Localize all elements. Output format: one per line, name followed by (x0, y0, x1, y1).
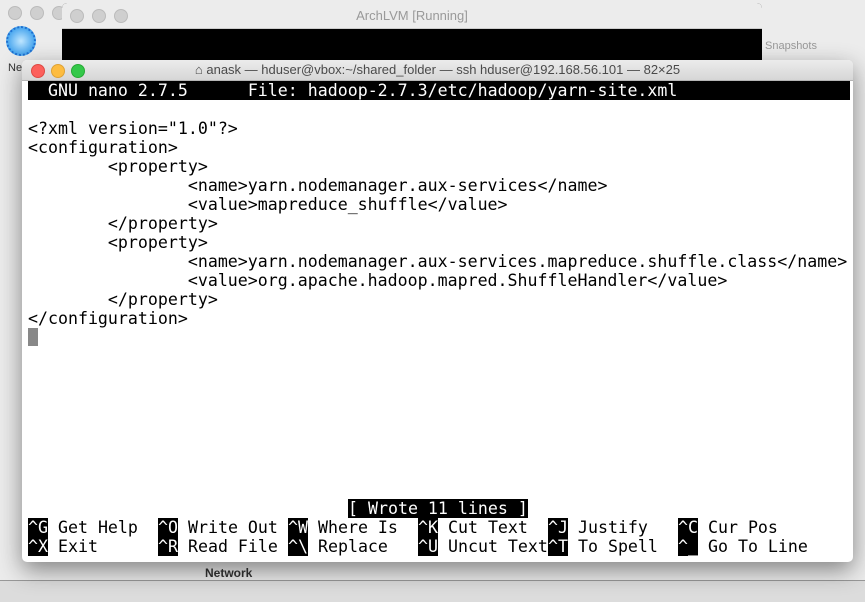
file-line: <property> (28, 157, 208, 176)
shortcut-key: ^O (158, 518, 178, 537)
shortcut-key: ^\ (288, 537, 308, 556)
shortcut-label: Get Help (57, 518, 138, 537)
file-line: </property> (28, 214, 218, 233)
shortcut-label: Uncut Text (447, 537, 548, 556)
file-line: <property> (28, 233, 208, 252)
shortcut-uncut-text[interactable]: ^U Uncut Text (418, 537, 548, 556)
shortcut-key: ^U (418, 537, 438, 556)
file-content[interactable]: <?xml version="1.0"?> <configuration> <pr… (28, 119, 853, 328)
shortcut-cut-text[interactable]: ^K Cut Text (418, 518, 548, 537)
shortcut-label: Replace (317, 537, 388, 556)
status-bar (0, 580, 865, 602)
shortcut-label: Read File (187, 537, 278, 556)
home-icon: ⌂ (194, 62, 207, 77)
shortcut-key: ^C (678, 518, 698, 537)
shortcut-label: Justify (577, 518, 648, 537)
shortcut-key: ^T (548, 537, 568, 556)
shortcut-cur-pos[interactable]: ^C Cur Pos (678, 518, 808, 537)
nano-header: GNU nano 2.7.5 File: hadoop-2.7.3/etc/ha… (28, 81, 850, 100)
shortcut-exit[interactable]: ^X Exit (28, 537, 158, 556)
shortcut-label: Cut Text (447, 518, 528, 537)
shortcut-label: Cur Pos (707, 518, 778, 537)
shortcut-key: ^_ (678, 537, 698, 556)
vm-window: ArchLVM [Running] (62, 3, 762, 63)
file-line: <name>yarn.nodemanager.aux-services</nam… (28, 176, 608, 195)
shortcut-where-is[interactable]: ^W Where Is (288, 518, 418, 537)
shortcut-key: ^R (158, 537, 178, 556)
shortcut-key: ^X (28, 537, 48, 556)
shortcut-label: Go To Line (707, 537, 808, 556)
shortcut-key: ^K (418, 518, 438, 537)
new-vm-icon[interactable] (6, 26, 36, 56)
file-line: <configuration> (28, 138, 178, 157)
file-line: <value>org.apache.hadoop.mapred.ShuffleH… (28, 271, 728, 290)
shortcut-write-out[interactable]: ^O Write Out (158, 518, 288, 537)
shortcut-to-spell[interactable]: ^T To Spell (548, 537, 678, 556)
file-line: </configuration> (28, 309, 188, 328)
cursor (28, 328, 38, 346)
zoom-button[interactable] (114, 9, 128, 23)
zoom-button[interactable] (71, 64, 85, 78)
close-button[interactable] (31, 64, 45, 78)
shortcut-label: Write Out (187, 518, 278, 537)
file-line: <?xml version="1.0"?> (28, 119, 238, 138)
file-line: <value>mapreduce_shuffle</value> (28, 195, 508, 214)
close-button[interactable] (8, 6, 22, 20)
terminal-title: anask — hduser@vbox:~/shared_folder — ss… (206, 62, 681, 77)
shortcut-key: ^G (28, 518, 48, 537)
shortcut-label: Where Is (317, 518, 398, 537)
close-button[interactable] (70, 9, 84, 23)
file-name: File: hadoop-2.7.3/etc/hadoop/yarn-site.… (247, 81, 678, 100)
vbox-window-controls (8, 6, 66, 20)
snapshots-button[interactable]: Snapshots (765, 40, 817, 52)
nano-footer: [ Wrote 11 lines ] ^G Get Help ^O Write O… (28, 499, 853, 556)
file-line: <name>yarn.nodemanager.aux-services.mapr… (28, 252, 848, 271)
network-section[interactable]: Network (205, 566, 252, 580)
shortcut-key: ^W (288, 518, 308, 537)
shortcut-get-help[interactable]: ^G Get Help (28, 518, 158, 537)
shortcuts-row-2: ^X Exit ^R Read File ^\ Replace ^U Uncut Te… (28, 537, 853, 556)
minimize-button[interactable] (30, 6, 44, 20)
shortcut-label: Exit (57, 537, 98, 556)
shortcut-label: To Spell (577, 537, 658, 556)
shortcuts-row-1: ^G Get Help ^O Write Out ^W Where Is ^K Cut… (28, 518, 853, 537)
file-line: </property> (28, 290, 218, 309)
shortcut-replace[interactable]: ^\ Replace (288, 537, 418, 556)
nano-version: GNU nano 2.7.5 (47, 81, 188, 100)
nano-editor[interactable]: GNU nano 2.7.5 File: hadoop-2.7.3/etc/ha… (28, 81, 853, 559)
minimize-button[interactable] (92, 9, 106, 23)
vm-title: ArchLVM [Running] (62, 3, 762, 29)
terminal-window: ⌂ anask — hduser@vbox:~/shared_folder — … (22, 60, 853, 562)
minimize-button[interactable] (51, 64, 65, 78)
shortcut-justify[interactable]: ^J Justify (548, 518, 678, 537)
shortcut-go-to-line[interactable]: ^_ Go To Line (678, 537, 808, 556)
status-message: [ Wrote 11 lines ] (348, 499, 528, 518)
shortcut-key: ^J (548, 518, 568, 537)
shortcut-read-file[interactable]: ^R Read File (158, 537, 288, 556)
terminal-titlebar[interactable]: ⌂ anask — hduser@vbox:~/shared_folder — … (22, 60, 853, 81)
new-label[interactable]: Ne (8, 62, 22, 74)
vm-window-controls (70, 9, 128, 23)
